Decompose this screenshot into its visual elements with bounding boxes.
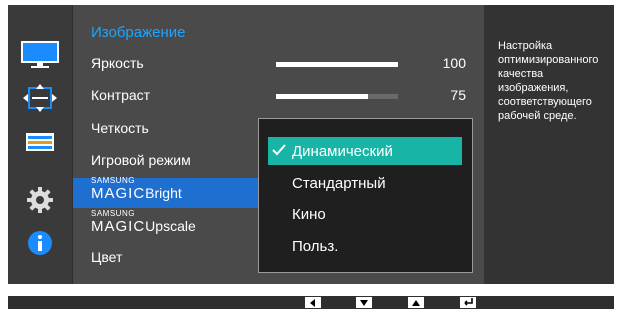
brightness-label: Яркость: [91, 55, 144, 71]
sidebar: [8, 5, 72, 284]
option-standard[interactable]: Стандартный: [268, 169, 462, 197]
menu-item-magic-upscale[interactable]: SAMSUNG MAGIC Upscale: [91, 209, 196, 235]
menu-item-contrast[interactable]: Контраст: [91, 87, 150, 103]
option-dynamic[interactable]: Динамический: [268, 137, 462, 165]
contrast-value: 75: [450, 87, 466, 103]
menu-item-magic-bright[interactable]: SAMSUNG MAGIC Bright: [91, 176, 182, 202]
option-label: Динамический: [292, 142, 393, 160]
magic-brand-large-2: MAGIC: [91, 218, 146, 235]
monitor-icon[interactable]: [8, 33, 72, 77]
magic-bright-logo: SAMSUNG MAGIC: [91, 176, 146, 202]
magic-upscale-label: Upscale: [145, 218, 196, 234]
brightness-slider[interactable]: [276, 62, 398, 67]
menu-item-sharpness[interactable]: Четкость: [91, 120, 149, 136]
option-custom[interactable]: Польз.: [268, 232, 462, 260]
menu-item-brightness[interactable]: Яркость: [91, 55, 144, 71]
contrast-slider[interactable]: [276, 94, 398, 99]
menu-item-game-mode[interactable]: Игровой режим: [91, 152, 191, 168]
menu-item-color[interactable]: Цвет: [91, 249, 122, 265]
info-icon[interactable]: [8, 221, 72, 265]
down-arrow-icon[interactable]: [356, 297, 372, 308]
contrast-slider-fill: [276, 94, 368, 99]
menu-title: Изображение: [91, 24, 186, 41]
gear-icon[interactable]: [8, 178, 72, 222]
brightness-slider-fill: [276, 62, 398, 67]
left-arrow-icon[interactable]: [305, 297, 321, 308]
samsung-brand-small-2: SAMSUNG: [91, 209, 135, 218]
menu-bars-icon[interactable]: [8, 120, 72, 164]
checkmark-icon: [268, 143, 290, 160]
option-label: Польз.: [292, 237, 339, 255]
magic-bright-label: Bright: [145, 185, 182, 201]
up-arrow-icon[interactable]: [408, 297, 424, 308]
option-label: Стандартный: [292, 174, 386, 192]
enter-icon[interactable]: [460, 297, 476, 308]
magic-brand-large: MAGIC: [91, 185, 146, 202]
option-label: Кино: [292, 205, 326, 223]
samsung-brand-small: SAMSUNG: [91, 176, 135, 185]
sharpness-label: Четкость: [91, 120, 149, 136]
contrast-label: Контраст: [91, 87, 151, 103]
magic-upscale-logo: SAMSUNG MAGIC: [91, 209, 146, 235]
color-label: Цвет: [91, 249, 123, 265]
option-cinema[interactable]: Кино: [268, 200, 462, 228]
help-text: Настройка оптимизированного качества изо…: [498, 40, 599, 122]
brightness-value: 100: [442, 55, 466, 71]
position-arrows-icon[interactable]: [8, 76, 72, 120]
game-mode-label: Игровой режим: [91, 152, 191, 168]
